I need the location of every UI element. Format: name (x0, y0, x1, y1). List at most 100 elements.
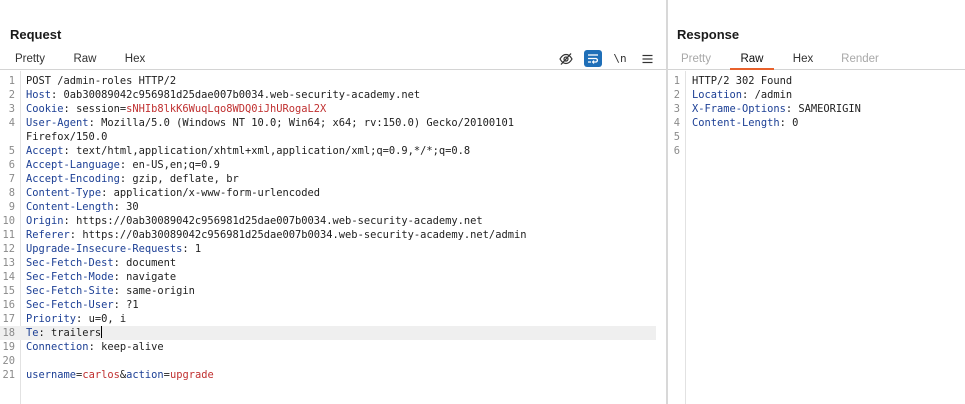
header-separator: : (63, 103, 77, 115)
header-value: 1 (194, 243, 202, 255)
header-name: Cookie (26, 103, 64, 115)
header-value: keep-alive (101, 341, 164, 353)
response-editor[interactable]: 1 HTTP/2 302 Found 2 Location: /admin 3 X-Fra… (668, 71, 965, 404)
line-number: 15 (2, 285, 15, 297)
header-value: SAMEORIGIN (798, 103, 861, 115)
code-line[interactable]: 13 Sec-Fetch-Dest: document (0, 256, 656, 270)
header-separator: : (113, 257, 127, 269)
tab-response-render[interactable]: Render (832, 48, 888, 70)
header-name: Accept-Language (26, 159, 120, 171)
hamburger-menu-icon[interactable] (638, 50, 656, 67)
line-content: Origin: https://0ab30089042c956981d25dae… (26, 214, 656, 228)
param-name: action (126, 369, 164, 381)
header-separator: : (785, 103, 799, 115)
cookie-value: sNHIb8lkK6WuqLqo8WDQ0iJhURogaL2X (126, 103, 327, 115)
line-number: 21 (2, 369, 15, 381)
header-name: Sec-Fetch-Dest (26, 257, 114, 269)
code-line[interactable]: 17 Priority: u=0, i (0, 312, 656, 326)
header-value: same-origin (126, 285, 195, 297)
code-line[interactable]: Firefox/150.0 (0, 130, 656, 144)
code-line[interactable]: 12 Upgrade-Insecure-Requests: 1 (0, 242, 656, 256)
line-number: 4 (8, 117, 15, 129)
line-number: 9 (8, 201, 15, 213)
code-line[interactable]: 19 Connection: keep-alive (0, 340, 656, 354)
header-name: X-Frame-Options (692, 103, 786, 115)
header-value: 0ab30089042c956981d25dae007b0034.web-sec… (63, 89, 421, 101)
line-number: 1 (673, 75, 680, 87)
header-name: Referer (26, 229, 70, 241)
code-line[interactable]: 9 Content-Length: 30 (0, 200, 656, 214)
line-number: 12 (2, 243, 15, 255)
line-number: 13 (2, 257, 15, 269)
code-line[interactable]: 11 Referer: https://0ab30089042c956981d25… (0, 228, 656, 242)
header-value: en-US,en;q=0.9 (132, 159, 220, 171)
line-content: Connection: keep-alive (26, 340, 656, 354)
line-content: Firefox/150.0 (26, 130, 656, 144)
header-value: /admin (754, 89, 793, 101)
code-line[interactable]: 1 POST /admin-roles HTTP/2 (0, 74, 656, 88)
tab-response-hex[interactable]: Hex (783, 48, 823, 70)
header-value: POST /admin-roles HTTP/2 (26, 75, 177, 87)
line-content: Priority: u=0, i (26, 312, 656, 326)
line-number: 18 (2, 327, 15, 339)
header-value: Mozilla/5.0 (Windows NT 10.0; Win64; x64… (101, 117, 514, 129)
code-line[interactable]: 21 username=carlos&action=upgrade (0, 368, 656, 382)
header-value: trailers (51, 327, 102, 339)
code-line[interactable]: 16 Sec-Fetch-User: ?1 (0, 298, 656, 312)
line-number: 3 (8, 103, 15, 115)
line-number: 11 (2, 229, 15, 241)
code-line[interactable]: 2 Host: 0ab30089042c956981d25dae007b0034.… (0, 88, 656, 102)
code-line[interactable]: 5 (668, 130, 955, 144)
tab-response-raw[interactable]: Raw (730, 48, 774, 70)
header-name: Content-Length (692, 117, 780, 129)
code-line[interactable]: 10 Origin: https://0ab30089042c956981d25d… (0, 214, 656, 228)
tab-request-pretty[interactable]: Pretty (4, 48, 56, 70)
header-separator: : (113, 201, 127, 213)
code-line[interactable]: 6 (668, 144, 955, 158)
header-separator: : (119, 159, 133, 171)
header-separator: : (182, 243, 195, 255)
text-caret (101, 326, 103, 338)
code-line[interactable]: 7 Accept-Encoding: gzip, deflate, br (0, 172, 656, 186)
line-number: 3 (673, 103, 680, 115)
param-value: upgrade (169, 369, 214, 381)
header-separator: : (113, 271, 127, 283)
line-number: 16 (2, 299, 15, 311)
eye-slash-icon[interactable] (557, 50, 575, 67)
line-content: POST /admin-roles HTTP/2 (26, 74, 656, 88)
code-line[interactable]: 3 X-Frame-Options: SAMEORIGIN (668, 102, 955, 116)
header-name: Location (692, 89, 743, 101)
code-line[interactable]: 20 (0, 354, 656, 368)
text-wrap-icon[interactable] (584, 50, 602, 67)
code-line[interactable]: 1 HTTP/2 302 Found (668, 74, 955, 88)
line-content: Sec-Fetch-Dest: document (26, 256, 656, 270)
line-content: Content-Length: 30 (26, 200, 656, 214)
code-line[interactable]: 3 Cookie: session=sNHIb8lkK6WuqLqo8WDQ0iJ… (0, 102, 656, 116)
newline-toggle-button[interactable]: \n (611, 50, 629, 67)
header-separator: : (69, 229, 83, 241)
code-line[interactable]: 5 Accept: text/html,application/xhtml+xml… (0, 144, 656, 158)
tab-request-raw[interactable]: Raw (65, 48, 105, 70)
header-separator: : (51, 89, 64, 101)
request-editor[interactable]: 1 POST /admin-roles HTTP/2 2 Host: 0ab30089… (0, 71, 666, 404)
header-name: Host (26, 89, 52, 101)
header-value: 30 (126, 201, 139, 213)
line-content: Host: 0ab30089042c956981d25dae007b0034.w… (26, 88, 656, 102)
code-line[interactable]: 4 User-Agent: Mozilla/5.0 (Windows NT 10.… (0, 116, 656, 130)
header-name: Te (26, 327, 39, 339)
header-value: text/html,application/xhtml+xml,applicat… (76, 145, 471, 157)
tab-response-pretty[interactable]: Pretty (672, 48, 720, 70)
code-line[interactable]: 4 Content-Length: 0 (668, 116, 955, 130)
code-line[interactable]: 8 Content-Type: application/x-www-form-ur… (0, 186, 656, 200)
code-line[interactable]: 14 Sec-Fetch-Mode: navigate (0, 270, 656, 284)
request-pane: Request Pretty Raw Hex \n 1 POST /admin-r… (0, 0, 666, 404)
code-line[interactable]: 2 Location: /admin (668, 88, 955, 102)
header-separator: : (119, 173, 133, 185)
code-line[interactable]: 15 Sec-Fetch-Site: same-origin (0, 284, 656, 298)
header-name: Accept (26, 145, 64, 157)
code-line[interactable]: 18 Te: trailers (0, 326, 656, 340)
line-number: 5 (673, 131, 680, 143)
code-line[interactable]: 6 Accept-Language: en-US,en;q=0.9 (0, 158, 656, 172)
tab-request-hex[interactable]: Hex (115, 48, 155, 70)
line-number: 10 (2, 215, 15, 227)
